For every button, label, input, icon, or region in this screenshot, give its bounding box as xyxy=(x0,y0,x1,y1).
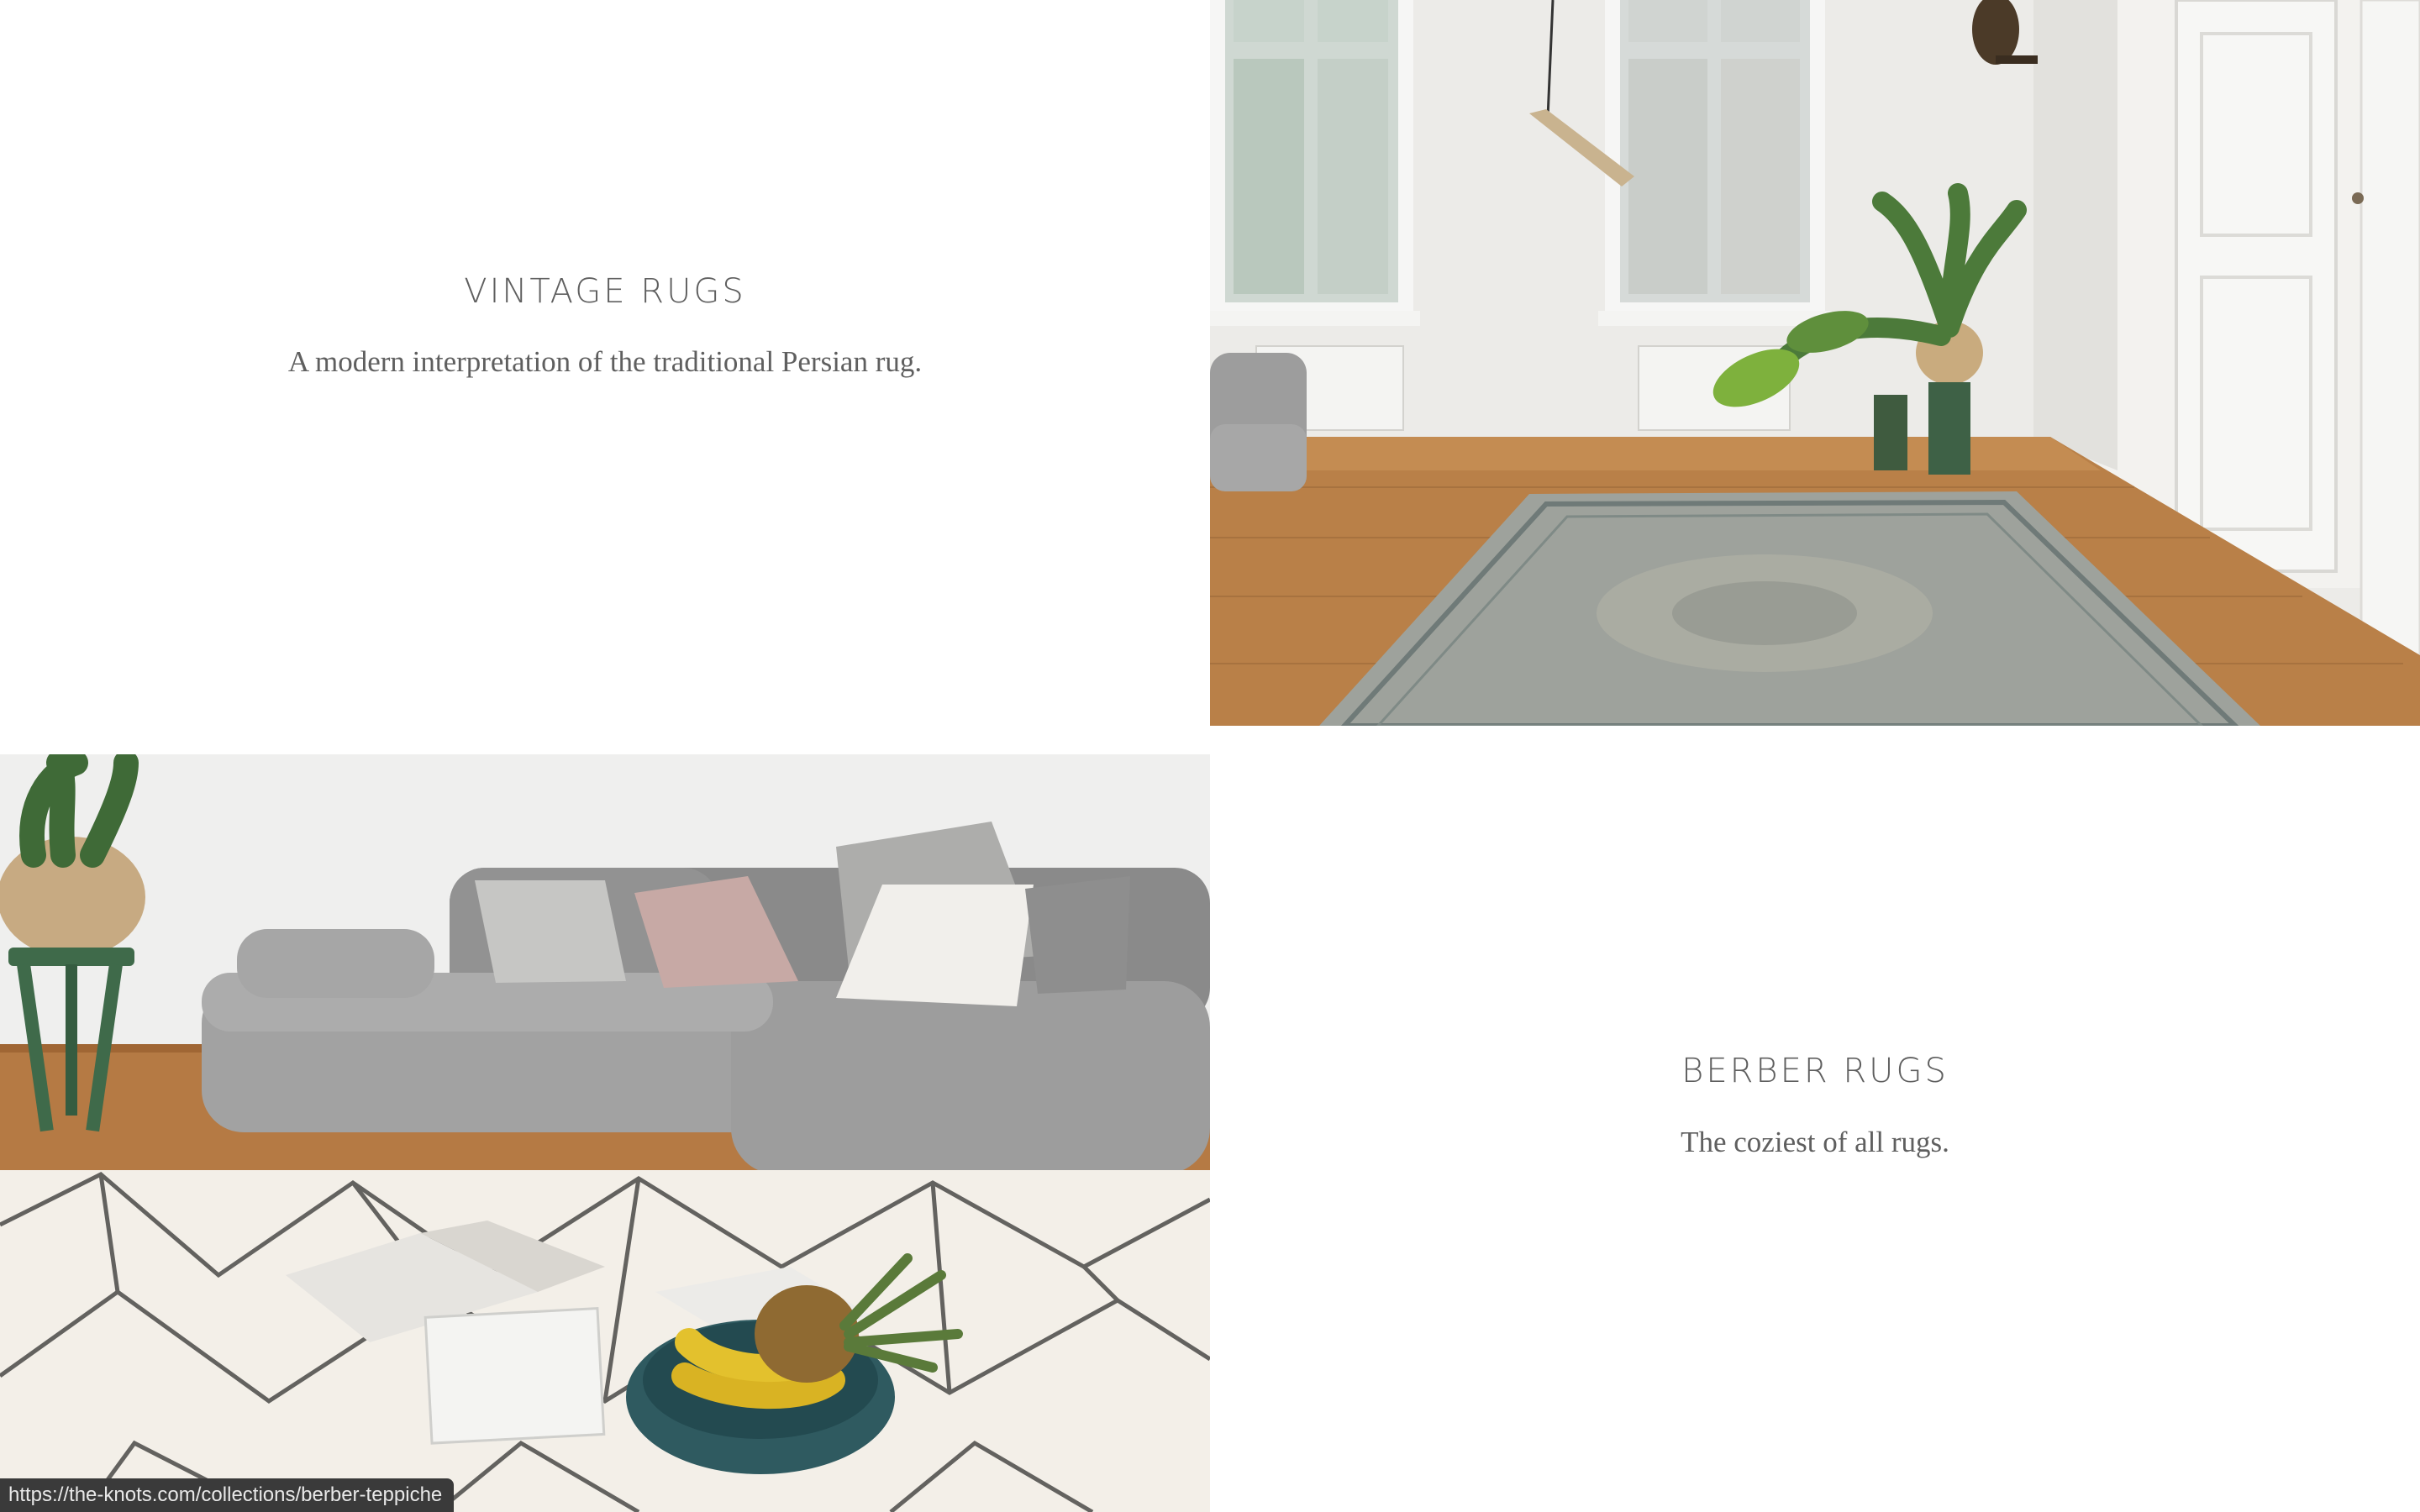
vintage-rugs-subtitle: A modern interpretation of the tradition… xyxy=(287,345,923,378)
vintage-rugs-title[interactable]: VINTAGE RUGS xyxy=(0,272,1210,311)
berber-rugs-title[interactable]: BERBER RUGS xyxy=(1210,1052,2420,1090)
page: VINTAGE RUGS A modern interpretation of … xyxy=(0,0,2420,1512)
berber-rugs-subtitle: The coziest of all rugs. xyxy=(1681,1126,1949,1158)
vintage-rugs-block[interactable]: VINTAGE RUGS A modern interpretation of … xyxy=(0,0,1210,726)
berber-rugs-block[interactable]: BERBER RUGS The coziest of all rugs. xyxy=(1210,754,2420,1512)
vintage-rugs-image[interactable] xyxy=(1210,0,2420,726)
berber-rugs-image[interactable] xyxy=(0,754,1210,1512)
link-preview-status-bar: https://the-knots.com/collections/berber… xyxy=(0,1478,455,1512)
